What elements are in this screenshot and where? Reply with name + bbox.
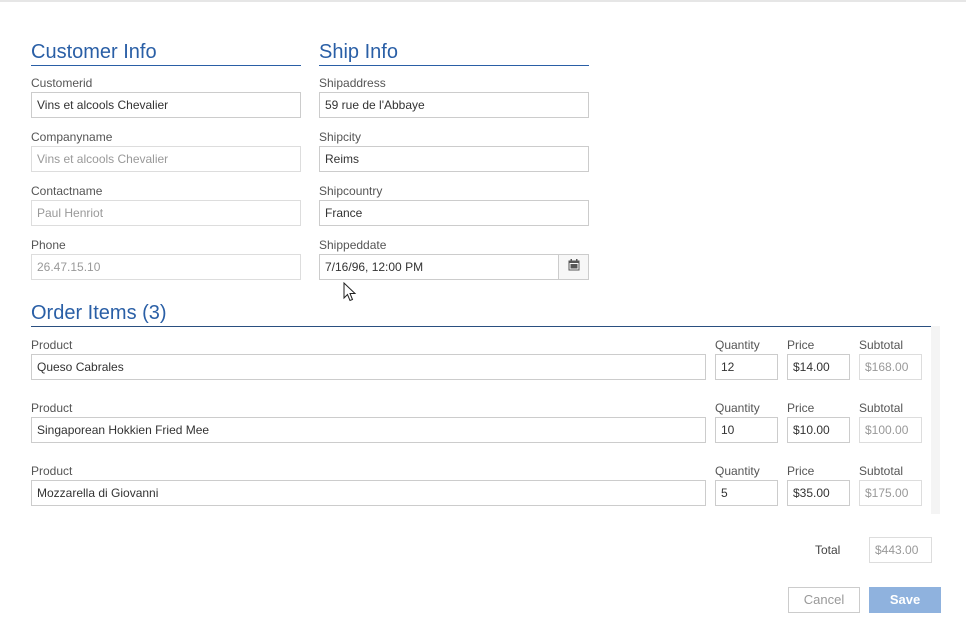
calendar-icon [568,258,580,276]
ship-info-title: Ship Info [319,40,589,66]
shippeddate-label: Shippeddate [319,238,387,252]
price-label: Price [787,338,815,352]
contactname-label: Contactname [31,184,103,198]
product-field[interactable]: Mozzarella di Giovanni [31,480,706,506]
subtotal-label: Subtotal [859,338,904,352]
top-divider [0,0,966,2]
quantity-field[interactable]: 12 [715,354,778,380]
total-field: $443.00 [869,537,932,563]
date-picker-button[interactable] [558,254,589,280]
phone-field: 26.47.15.10 [31,254,301,280]
product-label: Product [31,338,73,352]
price-label: Price [787,464,815,478]
subtotal-field: $168.00 [859,354,922,380]
cancel-button[interactable]: Cancel [788,587,860,613]
quantity-label: Quantity [715,464,760,478]
order-items-scrollbar[interactable] [931,326,940,514]
quantity-field[interactable]: 10 [715,417,778,443]
customerid-field[interactable]: Vins et alcools Chevalier [31,92,301,118]
shipaddress-label: Shipaddress [319,76,386,90]
subtotal-label: Subtotal [859,401,904,415]
contactname-field: Paul Henriot [31,200,301,226]
quantity-label: Quantity [715,401,760,415]
shipcity-label: Shipcity [319,130,362,144]
shipaddress-field[interactable]: 59 rue de l'Abbaye [319,92,589,118]
companyname-label: Companyname [31,130,113,144]
price-field[interactable]: $14.00 [787,354,850,380]
price-field[interactable]: $35.00 [787,480,850,506]
quantity-field[interactable]: 5 [715,480,778,506]
shipcountry-field[interactable]: France [319,200,589,226]
product-field[interactable]: Singaporean Hokkien Fried Mee [31,417,706,443]
shipcity-field[interactable]: Reims [319,146,589,172]
quantity-label: Quantity [715,338,760,352]
order-items-title: Order Items (3) [31,301,932,327]
customerid-label: Customerid [31,76,93,90]
price-field[interactable]: $10.00 [787,417,850,443]
product-field[interactable]: Queso Cabrales [31,354,706,380]
mouse-pointer-icon [343,281,357,307]
save-button[interactable]: Save [869,587,941,613]
subtotal-label: Subtotal [859,464,904,478]
companyname-field: Vins et alcools Chevalier [31,146,301,172]
shipcountry-label: Shipcountry [319,184,383,198]
subtotal-field: $100.00 [859,417,922,443]
subtotal-field: $175.00 [859,480,922,506]
product-label: Product [31,464,73,478]
product-label: Product [31,401,73,415]
total-label: Total [815,543,841,557]
customer-info-title: Customer Info [31,40,301,66]
phone-label: Phone [31,238,66,252]
shippeddate-field[interactable]: 7/16/96, 12:00 PM [319,254,559,280]
price-label: Price [787,401,815,415]
